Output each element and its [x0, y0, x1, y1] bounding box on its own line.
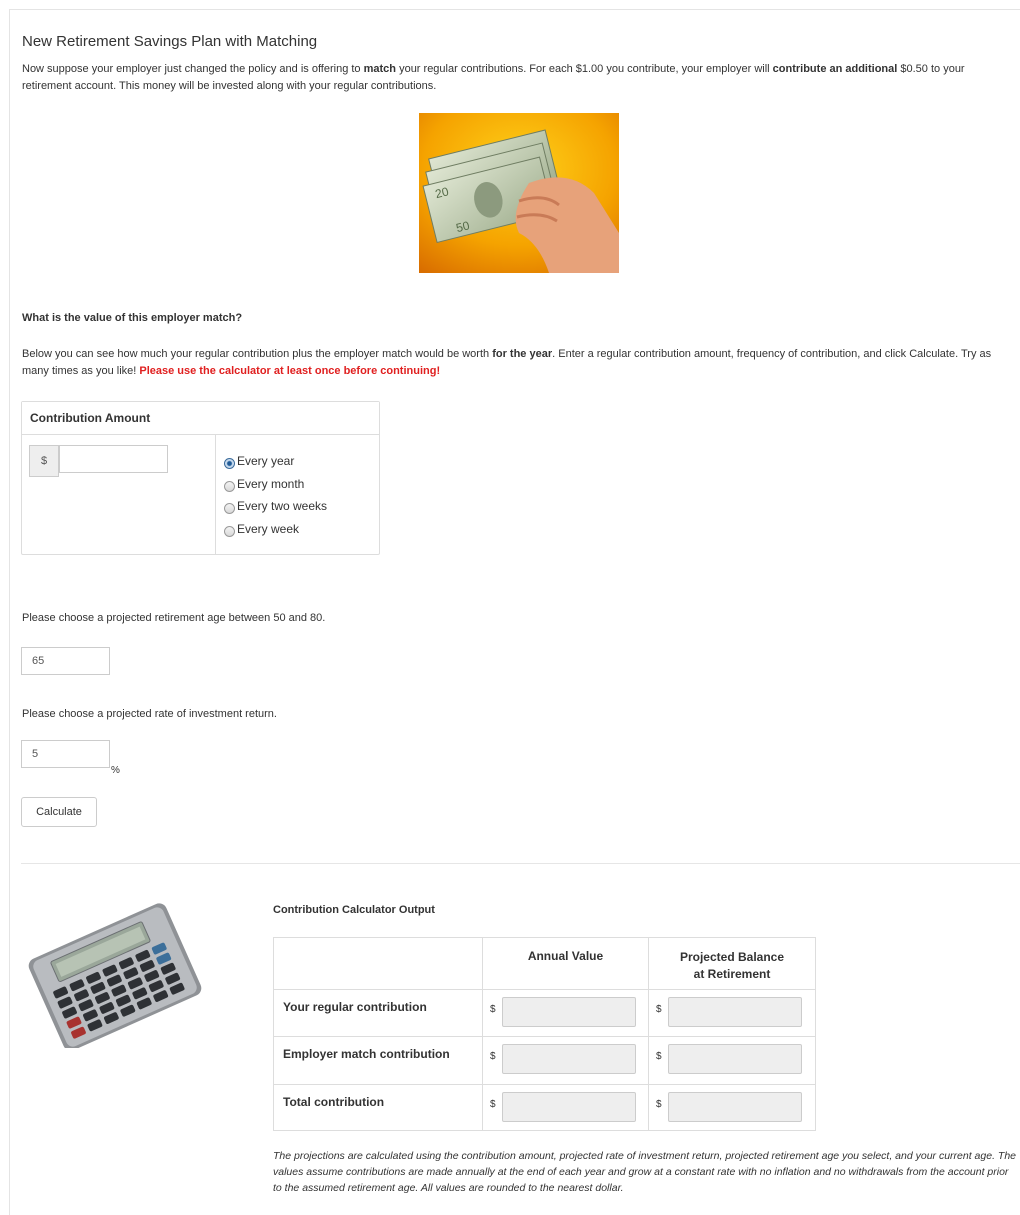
frequency-option-week[interactable]: Every week — [224, 522, 327, 545]
annual-readonly-field — [502, 997, 636, 1027]
output-header-row: Annual Value Projected Balance at Retire… — [273, 937, 816, 990]
retirement-age-input[interactable] — [21, 647, 110, 675]
annual-readonly-field — [502, 1044, 636, 1074]
contribution-panel: Contribution Amount $ Every year Every m… — [21, 401, 380, 555]
frequency-option-two-weeks[interactable]: Every two weeks — [224, 499, 327, 522]
retirement-age-prompt: Please choose a projected retirement age… — [22, 612, 326, 624]
rate-prompt: Please choose a projected rate of invest… — [22, 708, 277, 720]
table-row: Employer match contribution $ $ — [273, 1036, 816, 1085]
page-title: New Retirement Savings Plan with Matchin… — [22, 33, 318, 50]
warning-text: Please use the calculator at least once … — [139, 365, 441, 377]
annual-cell: $ — [482, 1036, 649, 1085]
annual-cell: $ — [482, 989, 649, 1037]
contribution-amount-input[interactable] — [59, 445, 168, 473]
section-divider — [21, 863, 1020, 864]
intro-paragraph: Now suppose your employer just changed t… — [22, 63, 965, 92]
row-label: Total contribution — [273, 1084, 483, 1131]
table-row: Total contribution $ $ — [273, 1084, 816, 1131]
question-heading: What is the value of this employer match… — [22, 312, 243, 324]
column-header — [273, 937, 483, 990]
panel-heading: Contribution Amount — [22, 402, 379, 435]
projected-cell: $ — [648, 1084, 816, 1131]
projection-disclaimer: The projections are calculated using the… — [273, 1150, 1016, 1194]
output-table: Annual Value Projected Balance at Retire… — [273, 937, 816, 1131]
frequency-radio-group: Every year Every month Every two weeks E… — [224, 454, 327, 544]
radio-icon[interactable] — [224, 480, 235, 492]
annual-readonly-field — [502, 1092, 636, 1122]
projected-cell: $ — [648, 989, 816, 1037]
projected-readonly-field — [668, 1044, 802, 1074]
rate-input[interactable] — [21, 740, 110, 768]
cash-in-hand-image: 20 50 — [419, 113, 619, 273]
row-label: Employer match contribution — [273, 1036, 483, 1085]
table-row: Your regular contribution $ $ — [273, 989, 816, 1037]
row-label: Your regular contribution — [273, 989, 483, 1037]
column-header-annual: Annual Value — [482, 937, 649, 990]
instructions-paragraph: Below you can see how much your regular … — [22, 348, 992, 377]
column-header-projected: Projected Balance at Retirement — [648, 937, 816, 990]
radio-icon[interactable] — [224, 525, 235, 537]
radio-checked-icon[interactable] — [224, 458, 235, 469]
currency-addon: $ — [29, 445, 59, 477]
projected-readonly-field — [668, 1092, 802, 1122]
annual-cell: $ — [482, 1084, 649, 1131]
calculator-image — [22, 897, 208, 1051]
amount-section: $ — [22, 435, 216, 554]
projected-cell: $ — [648, 1036, 816, 1085]
calculate-button[interactable]: Calculate — [21, 797, 97, 827]
percent-unit: % — [111, 765, 120, 776]
frequency-option-year[interactable]: Every year — [224, 454, 327, 477]
frequency-option-month[interactable]: Every month — [224, 477, 327, 500]
projected-readonly-field — [668, 997, 802, 1027]
output-title: Contribution Calculator Output — [273, 904, 435, 916]
radio-icon[interactable] — [224, 503, 235, 514]
